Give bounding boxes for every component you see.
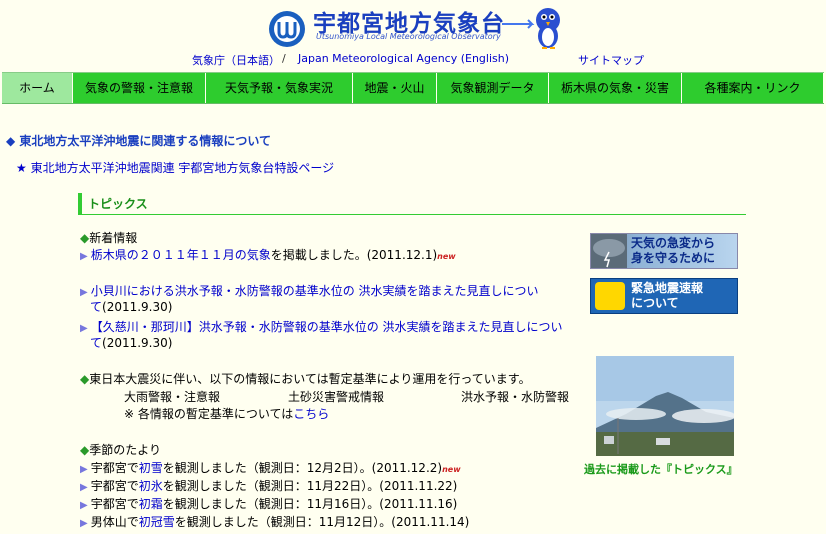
kokai-river-link-cont[interactable]: て <box>90 300 102 314</box>
list-item: ▶ 宇都宮で初氷を観測しました（観測日：11月22日）。(2011.11.22) <box>80 477 457 494</box>
list-item: ▶ 【久慈川・那珂川】洪水予報・水防警報の基準水位の 洪水実績を踏まえた見直しにつ… <box>80 318 563 335</box>
list-item: ▶ 男体山で初冠雪を観測しました（観測日：11月12日）。(2011.11.14) <box>80 513 469 530</box>
list-item-cont: て(2011.9.30) <box>90 298 172 315</box>
jma-english-link[interactable]: Japan Meteorological Agency (English) <box>298 52 509 65</box>
new-badge: new <box>437 252 456 261</box>
bullet-icon: ▶ <box>80 500 88 511</box>
item-suffix: を掲載しました。(2011.12.1) <box>270 248 438 262</box>
first-frost-link[interactable]: 初霜 <box>139 497 163 511</box>
weather-change-banner[interactable]: 天気の急変から 身を守るために <box>590 233 738 269</box>
provisional-link[interactable]: こちら <box>293 407 329 421</box>
quake-notice-text: 東日本大震災に伴い、以下の情報においては暫定基準により運用を行っています。 <box>89 372 531 386</box>
season-place: 男体山で <box>90 515 139 529</box>
new-info-label: 新着情報 <box>80 229 137 246</box>
list-item: ▶ 小貝川における洪水予報・水防警報の基準水位の 洪水実績を踏まえた見直しについ <box>80 282 539 299</box>
quake-special-page-link[interactable]: ★ 東北地方太平洋沖地震関連 宇都宮地方気象台特設ページ <box>16 159 334 176</box>
season-place: 宇都宮で <box>90 479 139 493</box>
provisional-flood: 洪水予報・水防警報 <box>461 390 570 404</box>
season-text: を観測しました（観測日：12月2日）。(2011.12.2) <box>162 461 443 475</box>
kuji-naka-river-link[interactable]: 【久慈川・那珂川】洪水予報・水防警報の基準水位の 洪水実績を踏まえた見直しについ <box>91 320 563 334</box>
list-item: ▶ 宇都宮で初雪を観測しました（観測日：12月2日）。(2011.12.2)new <box>80 459 461 476</box>
new-badge: new <box>442 465 461 474</box>
item-date: (2011.9.30) <box>102 300 173 314</box>
nav-home[interactable]: ホーム <box>2 73 73 103</box>
nav-forecast[interactable]: 天気予報・気象実況 <box>206 73 353 103</box>
season-text: を観測しました（観測日：11月16日）。(2011.11.16) <box>162 497 458 511</box>
sitemap-link[interactable]: サイトマップ <box>578 54 644 67</box>
provisional-heavy-rain: 大雨警報・注意報 <box>124 390 221 404</box>
nav-tochigi-weather[interactable]: 栃木県の気象・災害 <box>549 73 682 103</box>
banner2-line1: 緊急地震速報 <box>631 281 704 295</box>
quake-info-heading[interactable]: ◆ 東北地方太平洋沖地震に関連する情報について <box>6 132 271 149</box>
special-page-link-text[interactable]: ★ 東北地方太平洋沖地震関連 宇都宮地方気象台特設ページ <box>16 161 334 175</box>
season-place: 宇都宮で <box>90 497 139 511</box>
quake-notice: 東日本大震災に伴い、以下の情報においては暫定基準により運用を行っています。 <box>80 370 531 387</box>
past-topics-link[interactable]: 過去に掲載した『トピックス』 <box>584 461 738 477</box>
eew-banner[interactable]: 緊急地震速報 について <box>590 278 738 314</box>
site-header: 宇都宮地方気象台 Utsunomiya Local Meteorological… <box>0 0 826 72</box>
bullet-icon: ▶ <box>80 464 88 475</box>
kuji-naka-river-link-cont[interactable]: て <box>90 336 102 350</box>
nav-observation-data[interactable]: 気象観測データ <box>437 73 549 103</box>
mountain-photo[interactable] <box>596 356 734 456</box>
list-item-cont: て(2011.9.30) <box>90 334 172 351</box>
topics-heading: トピックス <box>78 193 746 215</box>
season-text: を観測しました（観測日：11月12日）。(2011.11.14) <box>174 515 470 529</box>
item-date: (2011.9.30) <box>102 336 173 350</box>
banner1-line2: 身を守るために <box>631 251 716 265</box>
jma-logo-icon[interactable] <box>268 10 306 48</box>
list-item: ▶ 宇都宮で初霜を観測しました（観測日：11月16日）。(2011.11.16) <box>80 495 457 512</box>
eew-banner-text: 緊急地震速報 について <box>631 281 703 311</box>
provisional-note-text: ※ 各情報の暫定基準については <box>124 407 294 421</box>
banner1-line1: 天気の急変から <box>631 236 716 250</box>
banner2-line2: について <box>631 296 679 310</box>
first-ice-link[interactable]: 初氷 <box>139 479 163 493</box>
season-label-text: 季節のたより <box>89 443 161 457</box>
bullet-icon: ▶ <box>80 251 88 262</box>
monthly-weather-link[interactable]: 栃木県の２０１１年１１月の気象 <box>91 248 271 262</box>
nav-info-links[interactable]: 各種案内・リンク <box>682 73 824 103</box>
site-subtitle: Utsunomiya Local Meteorological Observat… <box>316 32 501 41</box>
bullet-icon: ▶ <box>80 323 88 334</box>
bullet-icon: ▶ <box>80 518 88 529</box>
weather-change-banner-text: 天気の急変から 身を守るために <box>631 236 715 266</box>
season-text: を観測しました（観測日：11月22日）。(2011.11.22) <box>162 479 458 493</box>
storm-cloud-icon <box>591 234 627 268</box>
first-snowcap-link[interactable]: 初冠雪 <box>139 515 175 529</box>
main-nav: ホーム 気象の警報・注意報 天気予報・気象実況 地震・火山 気象観測データ 栃木… <box>2 72 824 104</box>
eew-icon <box>595 282 625 310</box>
jma-japanese-link[interactable]: 気象庁（日本語） <box>192 54 280 67</box>
first-snow-link[interactable]: 初雪 <box>139 461 163 475</box>
top-links: 気象庁（日本語） / Japan Meteorological Agency (… <box>0 52 826 68</box>
season-place: 宇都宮で <box>90 461 139 475</box>
kokai-river-link[interactable]: 小貝川における洪水予報・水防警報の基準水位の 洪水実績を踏まえた見直しについ <box>91 284 539 298</box>
bird-mascot-icon <box>502 8 560 49</box>
provisional-landslide: 土砂災害警戒情報 <box>288 390 385 404</box>
new-info-label-text: 新着情報 <box>89 231 138 245</box>
provisional-note: ※ 各情報の暫定基準についてはこちら <box>124 405 329 422</box>
bullet-icon: ▶ <box>80 287 88 298</box>
nav-warnings[interactable]: 気象の警報・注意報 <box>73 73 206 103</box>
bullet-icon: ▶ <box>80 482 88 493</box>
nav-earthquake-volcano[interactable]: 地震・火山 <box>353 73 437 103</box>
season-label: 季節のたより <box>80 441 161 458</box>
list-item: ▶ 栃木県の２０１１年１１月の気象を掲載しました。(2011.12.1)new <box>80 246 456 263</box>
link-separator: / <box>282 52 286 65</box>
